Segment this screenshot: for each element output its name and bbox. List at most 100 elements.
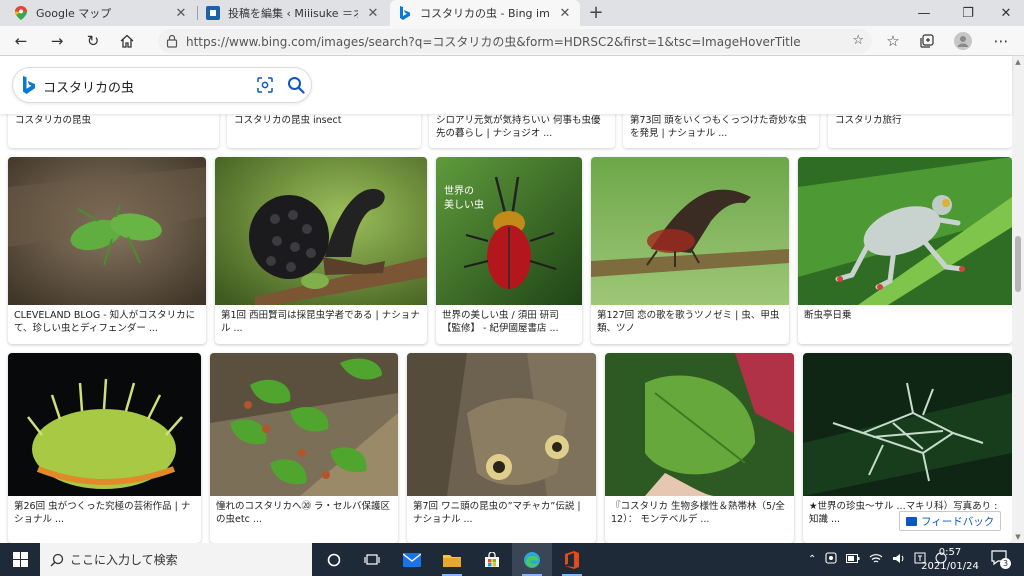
action-center-button[interactable]: 3 <box>990 549 1011 569</box>
wordpress-icon <box>206 6 220 20</box>
close-icon[interactable]: ✕ <box>174 6 188 21</box>
green-leaf-insect-photo[interactable] <box>8 157 206 305</box>
result-card[interactable]: シロアリ元気が気持ちいい 何事も虫優先の暮らし | ナショジオ ... <box>429 114 615 148</box>
windows-taskbar: ここに入力して検索 ⌃ 0:57 2021/01/24 3 <box>0 543 1024 576</box>
result-card[interactable]: 第127回 恋の歌を歌うツノゼミ | 虫、甲虫類、ツノ <box>591 157 789 344</box>
profile-avatar[interactable] <box>952 31 974 51</box>
tab-bing-images[interactable]: コスタリカの虫 - Bing images ✕ <box>390 0 580 26</box>
wifi-icon[interactable] <box>869 553 883 567</box>
result-caption: コスタリカの昆虫 insect <box>234 115 342 126</box>
result-card[interactable]: コスタリカ旅行 <box>828 114 1012 148</box>
volume-icon[interactable] <box>892 553 905 567</box>
taskbar-search-box[interactable]: ここに入力して検索 <box>40 543 312 576</box>
refresh-icon[interactable]: ↻ <box>82 31 104 51</box>
scroll-down-icon[interactable]: ▼ <box>1014 533 1022 541</box>
window-close-icon[interactable]: ✕ <box>984 0 1024 26</box>
office-icon[interactable] <box>552 543 592 576</box>
minimize-icon[interactable]: — <box>902 0 946 26</box>
lanternfly-eyespot-photo[interactable] <box>407 353 596 496</box>
feedback-icon <box>906 516 917 526</box>
forward-icon[interactable]: → <box>46 31 68 51</box>
treehopper-on-branch-photo[interactable] <box>591 157 789 305</box>
result-card[interactable]: CLEVELAND BLOG - 知人がコスタリカにて、珍しい虫とディフェンダー… <box>8 157 206 344</box>
taskbar-search-placeholder: ここに入力して検索 <box>70 553 178 567</box>
search-icon[interactable] <box>287 76 305 94</box>
clock-time: 0:57 <box>938 547 962 558</box>
result-caption: 憧れのコスタリカへ⑳ ラ・セルバ保護区の虫etc ... <box>216 501 391 525</box>
windows-logo-icon <box>12 552 28 567</box>
result-card[interactable]: コスタリカの昆虫 <box>8 114 219 148</box>
collections-icon[interactable] <box>916 31 938 51</box>
search-box[interactable]: コスタリカの虫 <box>13 68 311 102</box>
new-tab-button[interactable]: + <box>586 2 606 23</box>
url-text: https://www.bing.com/images/search?q=コスタ… <box>186 34 801 49</box>
feedback-label: フィードバック <box>921 515 995 528</box>
clock-date: 2021/01/24 <box>921 561 979 572</box>
search-query[interactable]: コスタリカの虫 <box>43 77 134 96</box>
meet-now-icon[interactable] <box>825 552 837 567</box>
edge-browser-icon[interactable] <box>512 543 552 576</box>
tab-strip: Google マップ ✕ 投稿を編集 ‹ Miiisuke ＝オンライン ✕ コ… <box>0 0 1024 26</box>
result-caption: 第127回 恋の歌を歌うツノゼミ | 虫、甲虫類、ツノ <box>597 310 780 334</box>
tab-google-maps[interactable]: Google マップ ✕ <box>6 0 196 26</box>
result-card[interactable]: 第1回 西田賢司は採昆虫学者である | ナショナル ... <box>215 157 427 344</box>
tab-wordpress[interactable]: 投稿を編集 ‹ Miiisuke ＝オンライン ✕ <box>198 0 388 26</box>
glass-frog-photo[interactable] <box>798 157 1012 305</box>
file-explorer-icon[interactable] <box>432 543 472 576</box>
result-caption: シロアリ元気が気持ちいい 何事も虫優先の暮らし | ナショジオ ... <box>436 115 601 139</box>
feedback-button[interactable]: フィードバック <box>899 511 1002 531</box>
lichen-katydid-photo[interactable] <box>803 353 1012 496</box>
leafcutter-ants-photo[interactable] <box>210 353 398 496</box>
back-icon[interactable]: ← <box>10 31 32 51</box>
bing-header: コスタリカの虫 <box>0 56 1012 114</box>
cortana-icon[interactable] <box>314 543 354 576</box>
result-caption: 第26回 虫がつくった究極の芸術作品 | ナショナル ... <box>14 501 191 525</box>
scroll-up-icon[interactable]: ▲ <box>1014 58 1022 66</box>
windows-start-button[interactable] <box>0 543 40 576</box>
result-caption: 『コスタリカ 生物多様性＆熱帯林（5/全12）： モンテベルデ ... <box>611 501 785 525</box>
result-caption: 第1回 西田賢司は採昆虫学者である | ナショナル ... <box>221 310 420 334</box>
task-view-icon[interactable] <box>352 543 392 576</box>
show-hidden-icons-icon[interactable]: ⌃ <box>808 554 816 565</box>
jewel-beetle-book-cover[interactable]: 世界の 美しい虫 <box>436 157 582 305</box>
mail-icon[interactable] <box>392 543 432 576</box>
bing-logo-icon <box>23 76 35 94</box>
add-favorite-icon[interactable]: ☆ <box>852 33 864 48</box>
result-card[interactable]: 『コスタリカ 生物多様性＆熱帯林（5/全12）： モンテベルデ ... <box>605 353 794 543</box>
bing-icon <box>398 6 412 20</box>
result-caption: CLEVELAND BLOG - 知人がコスタリカにて、珍しい虫とディフェンダー… <box>14 310 196 334</box>
result-card[interactable]: コスタリカの昆虫 insect <box>227 114 421 148</box>
book-cover-title: 世界の 美しい虫 <box>444 186 484 211</box>
close-icon[interactable]: ✕ <box>366 6 380 21</box>
url-bar[interactable]: https://www.bing.com/images/search?q=コスタ… <box>158 29 872 53</box>
black-treehopper-photo[interactable] <box>215 157 427 305</box>
more-icon[interactable]: ⋯ <box>990 31 1012 51</box>
result-caption: 世界の美しい虫 / 須田 研司【監修】 - 紀伊國屋書店 ... <box>442 310 559 334</box>
search-icon <box>50 553 64 567</box>
battery-icon[interactable] <box>846 553 860 566</box>
visual-search-icon[interactable] <box>257 77 273 93</box>
home-icon[interactable] <box>116 31 138 51</box>
notification-count-badge: 3 <box>1000 558 1011 569</box>
tab-title: Google マップ <box>36 7 112 20</box>
result-caption: コスタリカの昆虫 <box>15 115 92 126</box>
page-scrollbar[interactable]: ▲ ▼ <box>1012 56 1024 543</box>
result-card[interactable]: 第73回 頭をいくつもくっつけた奇妙な虫を発見 | ナショナル ... <box>623 114 819 148</box>
favorites-icon[interactable]: ☆ <box>882 31 904 51</box>
taskbar-clock[interactable]: 0:57 2021/01/24 <box>918 546 982 574</box>
green-spiky-caterpillar-photo[interactable] <box>8 353 201 496</box>
scrollbar-thumb[interactable] <box>1015 236 1021 292</box>
tab-title: 投稿を編集 ‹ Miiisuke ＝オンライン <box>228 7 358 20</box>
result-card[interactable]: 断虫亭日乗 <box>798 157 1012 344</box>
result-card[interactable]: 第7回 ワニ頭の昆虫の”マチャカ”伝説 | ナショナル ... <box>407 353 596 543</box>
lock-icon <box>166 34 178 48</box>
result-card[interactable]: 第26回 虫がつくった究極の芸術作品 | ナショナル ... <box>8 353 201 543</box>
result-caption: コスタリカ旅行 <box>835 115 902 126</box>
result-caption: 第7回 ワニ頭の昆虫の”マチャカ”伝説 | ナショナル ... <box>413 501 581 525</box>
microsoft-store-icon[interactable] <box>472 543 512 576</box>
tab-title: コスタリカの虫 - Bing images <box>420 7 550 20</box>
result-card[interactable]: 世界の 美しい虫 世界の美しい虫 / 須田 研司【監修】 - 紀伊國屋書店 ..… <box>436 157 582 344</box>
leaf-katydid-photo[interactable] <box>605 353 794 496</box>
result-card[interactable]: 憧れのコスタリカへ⑳ ラ・セルバ保護区の虫etc ... <box>210 353 398 543</box>
close-icon[interactable]: ✕ <box>558 6 572 21</box>
